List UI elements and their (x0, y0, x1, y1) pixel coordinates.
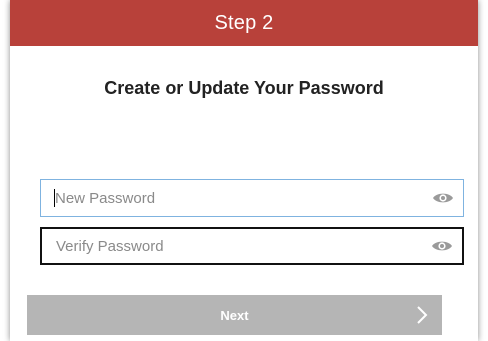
next-button-label: Next (220, 307, 249, 323)
page-title: Create or Update Your Password (104, 78, 384, 98)
password-card: Step 2 Create or Update Your Password Ne… (10, 0, 478, 341)
next-button[interactable]: Next (27, 295, 442, 335)
verify-password-input[interactable] (42, 229, 422, 263)
eye-icon[interactable] (422, 229, 462, 263)
text-caret (54, 189, 55, 207)
step-header: Step 2 (10, 0, 478, 46)
step-title: Step 2 (214, 11, 274, 34)
chevron-right-icon (417, 306, 428, 324)
verify-password-field[interactable] (40, 227, 464, 265)
new-password-field[interactable] (40, 179, 464, 217)
new-password-input[interactable] (41, 180, 423, 216)
eye-icon[interactable] (423, 180, 463, 216)
